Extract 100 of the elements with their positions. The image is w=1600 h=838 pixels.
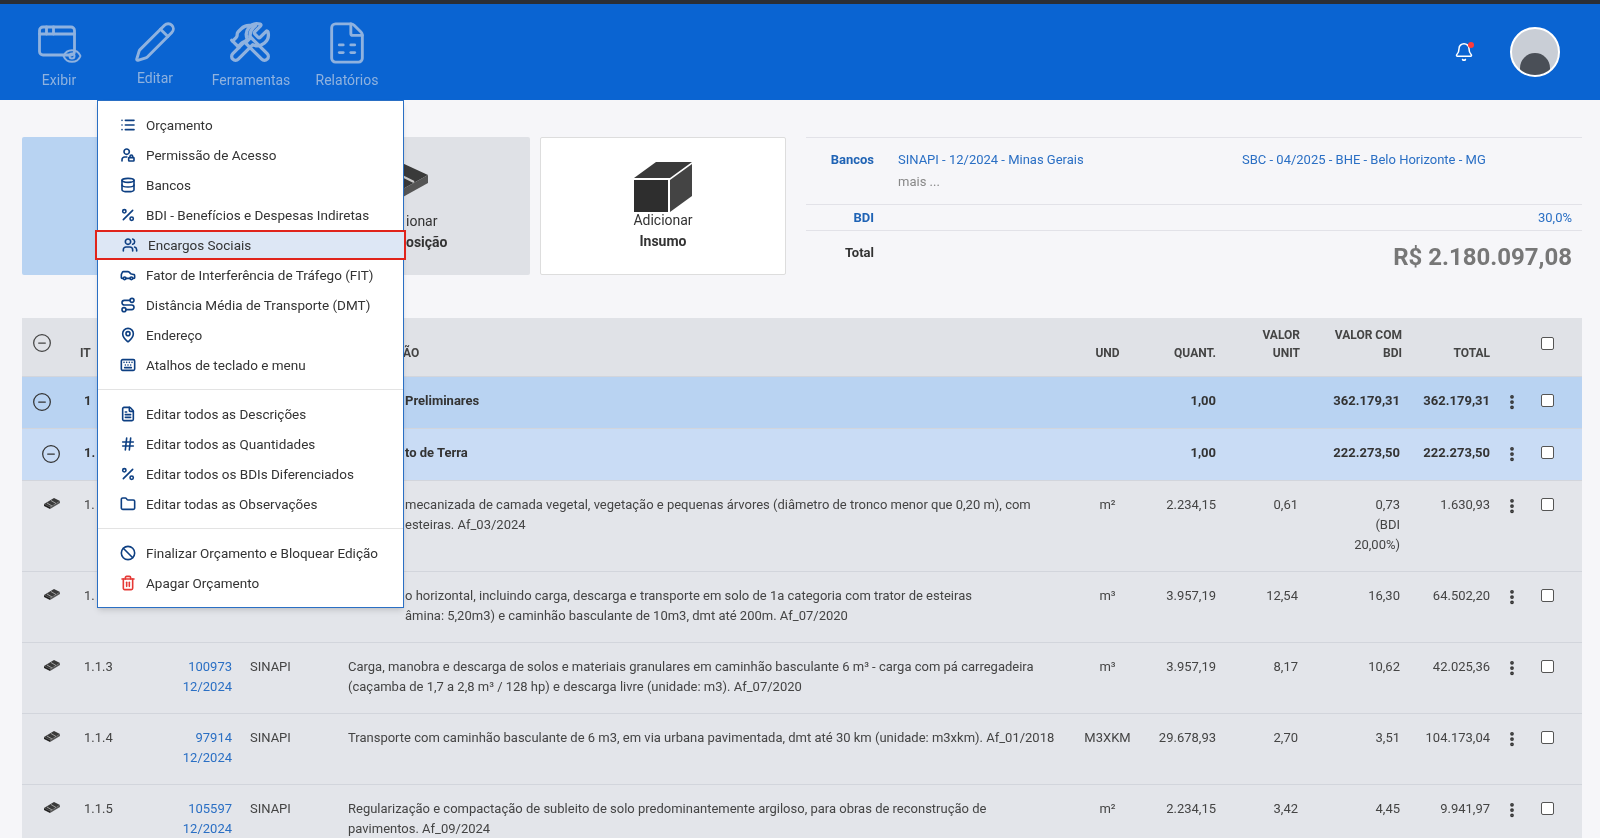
date-link[interactable]: 12/2024 xyxy=(182,748,232,768)
menu-item[interactable]: Orçamento xyxy=(98,110,403,140)
trash-icon xyxy=(120,575,136,591)
row-checkbox[interactable] xyxy=(1540,446,1554,459)
database-icon xyxy=(120,177,136,193)
hash-icon xyxy=(120,436,136,452)
item-number: 1 xyxy=(83,392,92,410)
menu-item[interactable]: Encargos Sociais xyxy=(95,230,406,260)
column-header: QUANT. xyxy=(1173,345,1217,362)
collapse-icon[interactable] xyxy=(32,392,52,412)
code-link[interactable]: 97914 xyxy=(195,728,232,748)
row-checkbox[interactable] xyxy=(1540,589,1554,602)
add-card[interactable]: Adicionar Insumo xyxy=(540,137,786,275)
quantity-text: 3.957,19 xyxy=(1166,659,1216,674)
menu-item[interactable]: Editar todos as Quantidades xyxy=(98,429,403,459)
table-row[interactable]: 1.1.4 97914 12/2024 SINAPI Transporte com caminhão basculante de 6 m3, em via urbana pavimentada, dmt até 30 km (unidade: m3xkm). Af_01/2018 M3XKM 29.678,93 2,70 3,51 104.173,04 xyxy=(22,713,1582,784)
row-checkbox[interactable] xyxy=(1540,336,1554,350)
column-header: IT xyxy=(79,345,91,362)
brick-icon xyxy=(42,800,62,814)
date-link[interactable]: 12/2024 xyxy=(182,677,232,697)
menu-item[interactable]: Apagar Orçamento xyxy=(98,568,403,598)
pencil-icon xyxy=(133,19,177,64)
item-number: 1. xyxy=(83,587,95,605)
ban-icon xyxy=(120,545,136,561)
description-text: âmina: 5,20m3) e caminhão basculante de 10m3, dmt até 200m. Af_07/2020 xyxy=(405,607,849,625)
bank-link[interactable]: SINAPI - 12/2024 - Minas Gerais xyxy=(898,150,1208,170)
date-link[interactable]: 12/2024 xyxy=(182,819,232,838)
user-lock-icon xyxy=(120,147,136,163)
source-text: SINAPI xyxy=(250,659,291,674)
total-value: R$ 2.180.097,08 xyxy=(1393,242,1572,273)
column-header: ÃO xyxy=(403,344,420,362)
column-header: UND xyxy=(1094,345,1121,362)
item-number: 1.1.4 xyxy=(83,729,113,747)
percent-icon xyxy=(120,207,136,223)
code-link[interactable]: 105597 xyxy=(188,799,232,819)
menu-item[interactable]: Distância Média de Transporte (DMT) xyxy=(98,290,403,320)
field-label: BDI xyxy=(852,208,874,227)
description-text: Preliminares xyxy=(405,392,481,410)
quantity-text: 2.234,15 xyxy=(1166,497,1216,512)
quantity-text: 1,00 xyxy=(1190,445,1216,460)
menu-item[interactable]: Editar todas as Observações xyxy=(98,489,403,519)
row-checkbox[interactable] xyxy=(1540,660,1554,673)
unit-text: m² xyxy=(1099,801,1116,816)
unit-text: m² xyxy=(1099,497,1116,512)
total-text: 104.173,04 xyxy=(1425,730,1490,745)
description-text: mecanizada de camada vegetal, vegetação e pequenas árvores (diâmetro de tronco menor que 0,20 m), com xyxy=(405,496,1032,514)
bdi-value-text: 10,62 xyxy=(1368,658,1400,676)
description-text: to de Terra xyxy=(405,444,469,462)
collapse-icon[interactable] xyxy=(41,444,61,464)
folder-icon xyxy=(120,496,136,512)
bank-link[interactable]: SBC - 04/2025 - BHE - Belo Horizonte - MG xyxy=(1242,150,1486,170)
code-link[interactable]: 100973 xyxy=(188,657,232,677)
brick-icon xyxy=(42,496,62,510)
table-row[interactable] xyxy=(22,642,1582,713)
table-row[interactable]: 1.1.5 105597 12/2024 SINAPI Regularização e compactação de subleito de solo predominantemente argiloso, para obras de reconstrução de pavimentos. Af_09/2024 m² 2.234,15 3,42 4,45 9.941,97 xyxy=(22,784,1582,838)
brick-icon xyxy=(42,587,62,601)
bdi-value-text: 16,30 xyxy=(1368,587,1400,605)
source-text: SINAPI xyxy=(250,730,291,745)
total-text: 64.502,20 xyxy=(1432,588,1490,603)
menu-item[interactable]: Finalizar Orçamento e Bloquear Edição xyxy=(98,538,403,568)
row-checkbox[interactable] xyxy=(1540,802,1554,815)
quantity-text: 2.234,15 xyxy=(1166,801,1216,816)
quantity-text: 29.678,93 xyxy=(1158,730,1216,745)
notification-bell-icon[interactable] xyxy=(1454,42,1474,62)
description-text: Transporte com caminhão basculante de 6 m3, em via urbana pavimentada, dmt até 30 km (unidade: m3xkm). Af_01/2018 xyxy=(348,729,1056,747)
quantity-text: 3.957,19 xyxy=(1166,588,1216,603)
source-text: SINAPI xyxy=(250,801,291,816)
percent-icon xyxy=(120,466,136,482)
row-checkbox[interactable] xyxy=(1540,731,1554,744)
map-pin-icon xyxy=(120,327,136,343)
collapse-icon[interactable] xyxy=(32,333,52,353)
item-number: 1.1.3 xyxy=(83,658,113,676)
unit-text: m³ xyxy=(1099,659,1116,674)
menu-item[interactable]: Editar todos as Descrições xyxy=(98,399,403,429)
column-header: VALOR UNIT xyxy=(1261,327,1301,362)
bdi-value-text: 4,45 xyxy=(1375,800,1400,818)
avatar[interactable] xyxy=(1510,27,1560,77)
field-label: Total xyxy=(843,244,874,262)
unit-value-text: 0,61 xyxy=(1273,497,1298,512)
row-checkbox[interactable] xyxy=(1540,498,1554,511)
description-text: esteiras. Af_03/2024 xyxy=(405,516,527,534)
total-text: 362.179,31 xyxy=(1423,393,1490,408)
unit-text: m³ xyxy=(1099,588,1116,603)
total-text: 1.630,93 xyxy=(1440,497,1490,512)
menu-item[interactable]: Endereço xyxy=(98,320,403,350)
bdi-value[interactable]: 30,0% xyxy=(1538,207,1572,228)
keyboard-icon xyxy=(120,357,136,373)
item-number: 1. xyxy=(83,496,95,514)
bdi-note: (BDI 20,00%) xyxy=(1353,516,1400,554)
item-number: 1. xyxy=(83,444,96,462)
row-checkbox[interactable] xyxy=(1540,394,1554,407)
total-text: 9.941,97 xyxy=(1440,801,1490,816)
unit-value-text: 12,54 xyxy=(1266,588,1298,603)
brick-icon xyxy=(42,658,62,672)
bdi-value-text: 0,73 xyxy=(1375,496,1400,514)
total-text: 42.025,36 xyxy=(1432,659,1490,674)
description-text: Carga, manobra e descarga de solos e materiais granulares em caminhão basculante 6 m³ - carga com pá carregadeira (caçamba de 1,7 a 2,8 m³ / 128 hp) e descarga livre (unidade: m3). Af_07/2020 xyxy=(348,658,1035,696)
description-text: Regularização e compactação de subleito de solo predominantemente argiloso, para obras de reconstrução de pavimentos. Af_09/2024 xyxy=(348,800,988,838)
document-icon xyxy=(120,406,136,422)
brick-icon xyxy=(42,729,62,743)
